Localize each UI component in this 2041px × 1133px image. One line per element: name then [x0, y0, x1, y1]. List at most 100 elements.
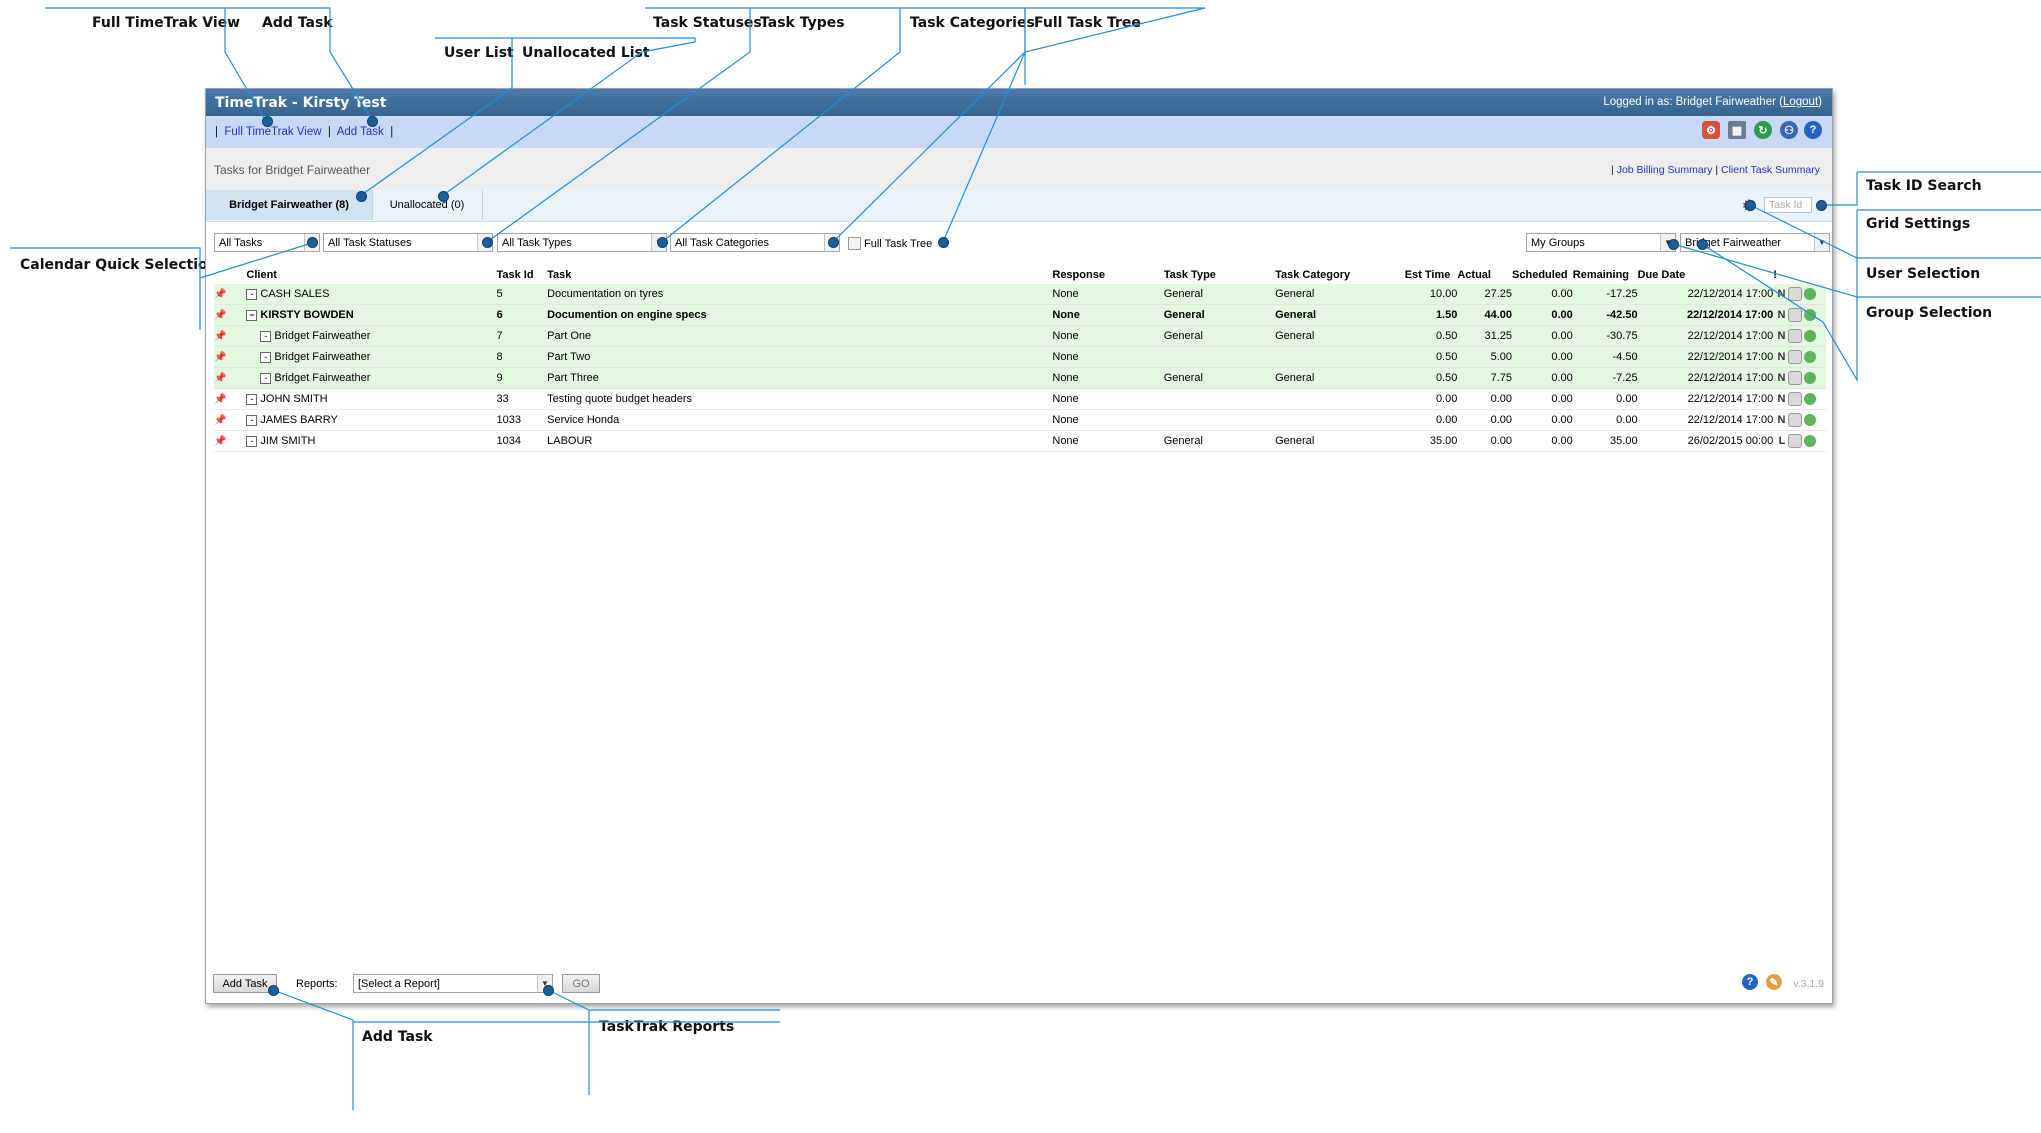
expand-toggle-icon[interactable]: -	[260, 330, 272, 342]
table-row[interactable]: 📌 - Bridget Fairweather 8 Part Two None 0.50 5.…	[214, 346, 1826, 368]
table-row[interactable]: 📌 - JAMES BARRY 1033 Service Honda None 0.00 0.…	[214, 409, 1826, 431]
row-remaining: -42.50	[1606, 309, 1638, 321]
row-task-id: 6	[496, 309, 503, 321]
row-due-date: 26/02/2015 00:00	[1687, 435, 1774, 447]
callout-task-id-search: Task ID Search	[1866, 178, 1982, 194]
col-client[interactable]: Client	[246, 265, 496, 284]
marker-types	[657, 237, 668, 248]
expand-toggle-icon[interactable]: -	[246, 393, 258, 405]
edit-task-icon[interactable]	[1788, 413, 1803, 427]
job-billing-summary-link[interactable]: Job Billing Summary	[1617, 164, 1713, 176]
pin-icon[interactable]: 📌	[214, 310, 226, 321]
expand-toggle-icon[interactable]: −	[246, 309, 258, 321]
col-remaining[interactable]: Remaining	[1573, 265, 1638, 284]
pin-icon[interactable]: 📌	[214, 352, 226, 363]
calendar-icon[interactable]: ▦	[1728, 121, 1746, 139]
table-row[interactable]: 📌 − KIRSTY BOWDEN 6 Documention on engine sp…	[214, 304, 1826, 326]
pin-icon[interactable]: 📌	[214, 289, 226, 300]
client-task-summary-link[interactable]: Client Task Summary	[1721, 164, 1820, 176]
app-window: TimeTrak - Kirsty Test Logged in as: Bri…	[205, 88, 1833, 1004]
row-flag: N	[1777, 309, 1786, 321]
row-scheduled: 0.00	[1551, 414, 1573, 426]
edit-task-icon[interactable]	[1788, 392, 1803, 406]
table-row[interactable]: 📌 - Bridget Fairweather 7 Part One None Genera…	[214, 325, 1826, 347]
pin-icon[interactable]: 📌	[214, 436, 226, 447]
col-task-category[interactable]: Task Category	[1275, 265, 1405, 284]
col-task-id[interactable]: Task Id	[496, 265, 547, 284]
row-client: JIM SMITH	[260, 435, 316, 447]
expand-toggle-icon[interactable]: -	[260, 372, 272, 384]
edit-task-icon[interactable]	[1788, 434, 1803, 448]
row-task-id: 1033	[496, 414, 521, 426]
palette-icon[interactable]: ✎	[1766, 974, 1782, 990]
pin-icon[interactable]: 📌	[214, 415, 226, 426]
row-task-id: 5	[496, 288, 503, 300]
row-scheduled: 0.00	[1551, 309, 1573, 321]
row-remaining: 35.00	[1610, 435, 1638, 447]
add-time-icon[interactable]	[1804, 351, 1817, 363]
row-task: Part Two	[547, 351, 591, 363]
add-time-icon[interactable]	[1804, 414, 1817, 426]
marker-statuses	[482, 237, 493, 248]
row-client: JOHN SMITH	[260, 393, 328, 405]
users-icon[interactable]: ⚇	[1780, 121, 1798, 139]
table-row[interactable]: 📌 - JIM SMITH 1034 LABOUR None General General 3…	[214, 430, 1826, 452]
report-select[interactable]: [Select a Report] ▼	[353, 974, 553, 993]
group-select[interactable]: My Groups▼	[1526, 233, 1676, 252]
pin-icon[interactable]: 📌	[214, 331, 226, 342]
edit-task-icon[interactable]	[1788, 308, 1803, 322]
expand-toggle-icon[interactable]: -	[246, 288, 258, 300]
task-status-select[interactable]: All Task Statuses▼	[323, 233, 493, 252]
tab-unallocated[interactable]: Unallocated (0)	[372, 190, 483, 220]
task-category-select[interactable]: All Task Categories▼	[670, 233, 840, 252]
pin-icon[interactable]: 📌	[214, 394, 226, 405]
edit-task-icon[interactable]	[1788, 329, 1803, 343]
add-time-icon[interactable]	[1804, 288, 1817, 300]
table-row[interactable]: 📌 - JOHN SMITH 33 Testing quote budget heade…	[214, 388, 1826, 410]
help-icon[interactable]: ?	[1804, 121, 1822, 139]
expand-toggle-icon[interactable]: -	[246, 414, 258, 426]
col-due-date[interactable]: Due Date	[1638, 265, 1774, 284]
add-time-icon[interactable]	[1804, 309, 1817, 321]
edit-task-icon[interactable]	[1788, 287, 1803, 301]
table-row[interactable]: 📌 - CASH SALES 5 Documentation on tyres None G…	[214, 284, 1826, 305]
col-response[interactable]: Response	[1052, 265, 1163, 284]
col-est-time[interactable]: Est Time	[1405, 265, 1458, 284]
col-task-type[interactable]: Task Type	[1164, 265, 1275, 284]
user-settings-icon[interactable]: ⚙	[1702, 121, 1720, 139]
full-task-tree-checkbox[interactable]	[848, 237, 861, 250]
refresh-icon[interactable]: ↻	[1754, 121, 1772, 139]
full-timetrak-view-link[interactable]: Full TimeTrak View	[224, 126, 321, 138]
add-time-icon[interactable]	[1804, 372, 1817, 384]
row-due-date: 22/12/2014 17:00	[1687, 351, 1774, 363]
edit-task-icon[interactable]	[1788, 371, 1803, 385]
col-scheduled[interactable]: Scheduled	[1512, 265, 1573, 284]
nav-bar: | Full TimeTrak View | Add Task | ⚙ ▦ ↻ …	[206, 116, 1832, 149]
marker-grid-settings	[1745, 200, 1756, 211]
row-task-id: 33	[496, 393, 509, 405]
logout-link[interactable]: Logout	[1783, 96, 1818, 108]
add-time-icon[interactable]	[1804, 330, 1817, 342]
add-task-link[interactable]: Add Task	[337, 126, 384, 138]
pin-icon[interactable]: 📌	[214, 373, 226, 384]
col-task[interactable]: Task	[547, 265, 1052, 284]
task-id-search-input[interactable]: Task Id	[1764, 197, 1812, 213]
task-type-select[interactable]: All Task Types▼	[497, 233, 667, 252]
row-response: None	[1052, 372, 1079, 384]
table-row[interactable]: 📌 - Bridget Fairweather 9 Part Three None Gene…	[214, 367, 1826, 389]
row-task-category: General	[1275, 435, 1315, 447]
tab-user-list[interactable]: Bridget Fairweather (8)	[206, 190, 373, 220]
row-est-time: 0.00	[1435, 414, 1458, 426]
help-icon[interactable]: ?	[1742, 974, 1758, 990]
add-time-icon[interactable]	[1804, 435, 1817, 447]
expand-toggle-icon[interactable]: -	[246, 435, 258, 447]
row-remaining: -17.25	[1606, 288, 1638, 300]
expand-toggle-icon[interactable]: -	[260, 351, 272, 363]
edit-task-icon[interactable]	[1788, 350, 1803, 364]
row-est-time: 0.50	[1435, 330, 1458, 342]
go-button[interactable]: GO	[562, 974, 600, 993]
calendar-quick-select[interactable]: All Tasks▼	[214, 233, 320, 252]
add-time-icon[interactable]	[1804, 393, 1817, 405]
marker-add-task-top	[367, 116, 378, 127]
col-actual[interactable]: Actual	[1457, 265, 1512, 284]
